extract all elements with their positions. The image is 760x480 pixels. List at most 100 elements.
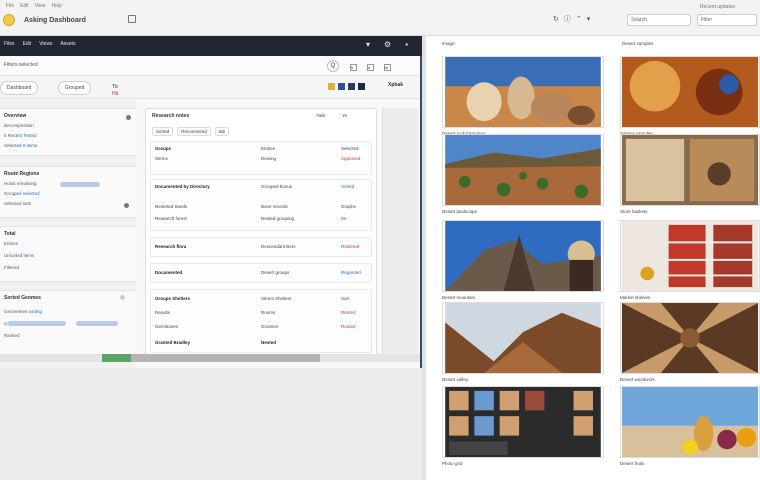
sidebar-row-b: sorting	[28, 309, 43, 314]
menu-edit[interactable]: Edit	[20, 3, 29, 9]
table-cell: Groups	[155, 146, 172, 151]
sidebar-section-regions[interactable]: Route Regions Hosts remaining Grouped se…	[0, 166, 136, 218]
menu-help[interactable]: Help	[51, 3, 61, 9]
table-tab-recommend[interactable]: Recommend	[177, 127, 211, 136]
tab-dashboard[interactable]: Dashboard	[0, 81, 39, 95]
gallery-image-sand[interactable]	[620, 56, 760, 128]
sidebar-row-b: Tested	[23, 133, 37, 138]
view-toolbar: Dashboard Grouped Tb Hb Xpbak	[0, 77, 420, 99]
table-row-group[interactable]: Documented by Directory Grouped bonus So…	[150, 179, 372, 231]
sidebar-row: Selected sets	[4, 201, 32, 206]
table-cell: Rostered	[341, 244, 360, 249]
gallery-image-baskets[interactable]	[620, 134, 760, 206]
table-cell: Grouped bonus	[261, 184, 293, 189]
gallery-image-rocks[interactable]	[442, 56, 604, 128]
table-cell: Research flora	[155, 244, 187, 249]
badge-m[interactable]: m	[384, 64, 391, 71]
refresh-icon[interactable]: ↻	[553, 15, 559, 23]
chevron-down-icon[interactable]: ▾	[587, 15, 591, 23]
gallery-caption: Desert woodwork	[620, 377, 655, 382]
top-right-text: Recent updates	[700, 4, 736, 10]
gallery-image-grid[interactable]	[442, 386, 604, 458]
badge-b[interactable]: b	[350, 64, 357, 71]
dark-menu-assets[interactable]: Assets	[60, 41, 75, 47]
sidebar-row: Selected 0 items	[4, 143, 37, 148]
progress-fill-grey	[131, 354, 320, 362]
badge-d[interactable]: d	[367, 64, 374, 71]
table-cell: Research forest	[155, 216, 187, 221]
table-cell: Descendant Bors	[261, 244, 296, 249]
sidebar-toggle-icon[interactable]	[120, 295, 125, 300]
settings-icon[interactable]: ⚙	[384, 40, 391, 49]
table-cell: Approved	[341, 156, 361, 161]
table-cell: Gnomes	[261, 324, 279, 329]
table-row-group[interactable]: Groups Entries Selected Stems Dewing App…	[150, 141, 372, 175]
table-cell: Rented	[341, 310, 356, 315]
gallery-caption: Desert mountain	[442, 295, 476, 300]
copy-icon[interactable]	[128, 15, 136, 23]
navy-tag-icon[interactable]	[348, 83, 355, 90]
sidebar-row-a: Geometries	[4, 309, 28, 314]
table-row-group[interactable]: Research flora Descendant Bors Rostered	[150, 237, 372, 257]
info-icon[interactable]: ⓘ	[564, 14, 571, 24]
top-filter-input[interactable]: Filter	[697, 14, 757, 26]
sidebar-toggle-icon[interactable]	[126, 115, 131, 120]
dark-menu-views[interactable]: Views	[39, 41, 52, 47]
gallery-header-right: Desert samples	[622, 41, 654, 46]
sidebar-section-geomes[interactable]: Sorted Geomes Geometries sorting Complet…	[0, 290, 136, 362]
up-icon[interactable]: ⌃	[576, 15, 582, 23]
menu-file[interactable]: File	[6, 3, 14, 9]
table-cell: Nested grouping	[261, 216, 295, 221]
top-search-input[interactable]: Search	[627, 14, 691, 26]
dark-menu-edit[interactable]: Edit	[23, 41, 32, 47]
blue-tag-icon[interactable]	[338, 83, 345, 90]
gallery-image-wood[interactable]	[620, 302, 760, 374]
sidebar-row-b: selected	[22, 191, 40, 196]
sidebar-head: Sorted Geomes	[4, 295, 41, 301]
gallery-image-plains[interactable]	[442, 134, 604, 206]
gallery-image-shelves[interactable]	[620, 220, 760, 292]
dark-menu-files[interactable]: Files	[4, 41, 15, 47]
dropdown-icon[interactable]: ▾	[366, 40, 370, 49]
sidebar-row: Ranked	[4, 333, 20, 338]
sidebar-row: Filtered	[4, 265, 20, 270]
table-row-group[interactable]: Documented Desert groups Regarded	[150, 263, 372, 283]
sidebar-row: Decomposition	[4, 123, 34, 128]
sidebar-pill	[76, 321, 118, 326]
table-cell: Graphs	[341, 204, 356, 209]
dark-icons: ▾ ⚙ ▪	[366, 40, 408, 49]
yellow-tag-icon[interactable]	[328, 83, 335, 90]
search-icon[interactable]: Q	[327, 60, 339, 72]
sidebar-pill	[8, 321, 66, 326]
color-icons	[328, 83, 365, 90]
table-tab-sorted[interactable]: Sorted	[152, 127, 174, 136]
table-row-group[interactable]: Groups Shelters Stems Shelters Sort Resu…	[150, 289, 372, 353]
tb-label-b: Hb	[112, 91, 119, 97]
gallery-caption: Store baskets	[620, 209, 648, 214]
dark-header: Files Edit Views Assets ▾ ⚙ ▪	[0, 36, 422, 56]
tab-grouped[interactable]: Grouped	[58, 81, 92, 95]
table-tab-tab[interactable]: tab	[214, 127, 230, 136]
gallery-image-fruits[interactable]	[620, 386, 760, 458]
dark-menu: Files Edit Views Assets	[4, 41, 75, 47]
sidebar-row-a: 5 Recent	[4, 133, 23, 138]
sidebar-section-overview[interactable]: Overview Decomposition 5 Recent Tested S…	[0, 108, 136, 156]
sidebar-section-total[interactable]: Total Entries Unsorted items Filtered	[0, 226, 136, 282]
table-tabs: Sorted Recommend tab	[152, 127, 230, 136]
table-cell: Rooted	[341, 324, 356, 329]
sidebar-row: Unsorted items	[4, 253, 34, 258]
table-cell: Granted Bradley	[155, 340, 191, 345]
app-title: Asking Dashboard	[24, 17, 86, 24]
table-cell: Nested	[261, 340, 277, 345]
gallery-image-mountain[interactable]	[442, 220, 604, 292]
sidebar-toggle-icon[interactable]	[124, 203, 129, 208]
menu-view[interactable]: View	[35, 3, 46, 9]
gallery-image-valley[interactable]	[442, 302, 604, 374]
sidebar-row-a: Selected	[4, 143, 22, 148]
square-icon[interactable]: ▪	[405, 40, 408, 49]
table-cell: Bone records	[261, 204, 288, 209]
gallery-caption: Photo grid	[442, 461, 463, 466]
gallery-caption: Desert valley	[442, 377, 469, 382]
dark-tag-icon[interactable]	[358, 83, 365, 90]
table-cell: Documented	[155, 270, 183, 275]
